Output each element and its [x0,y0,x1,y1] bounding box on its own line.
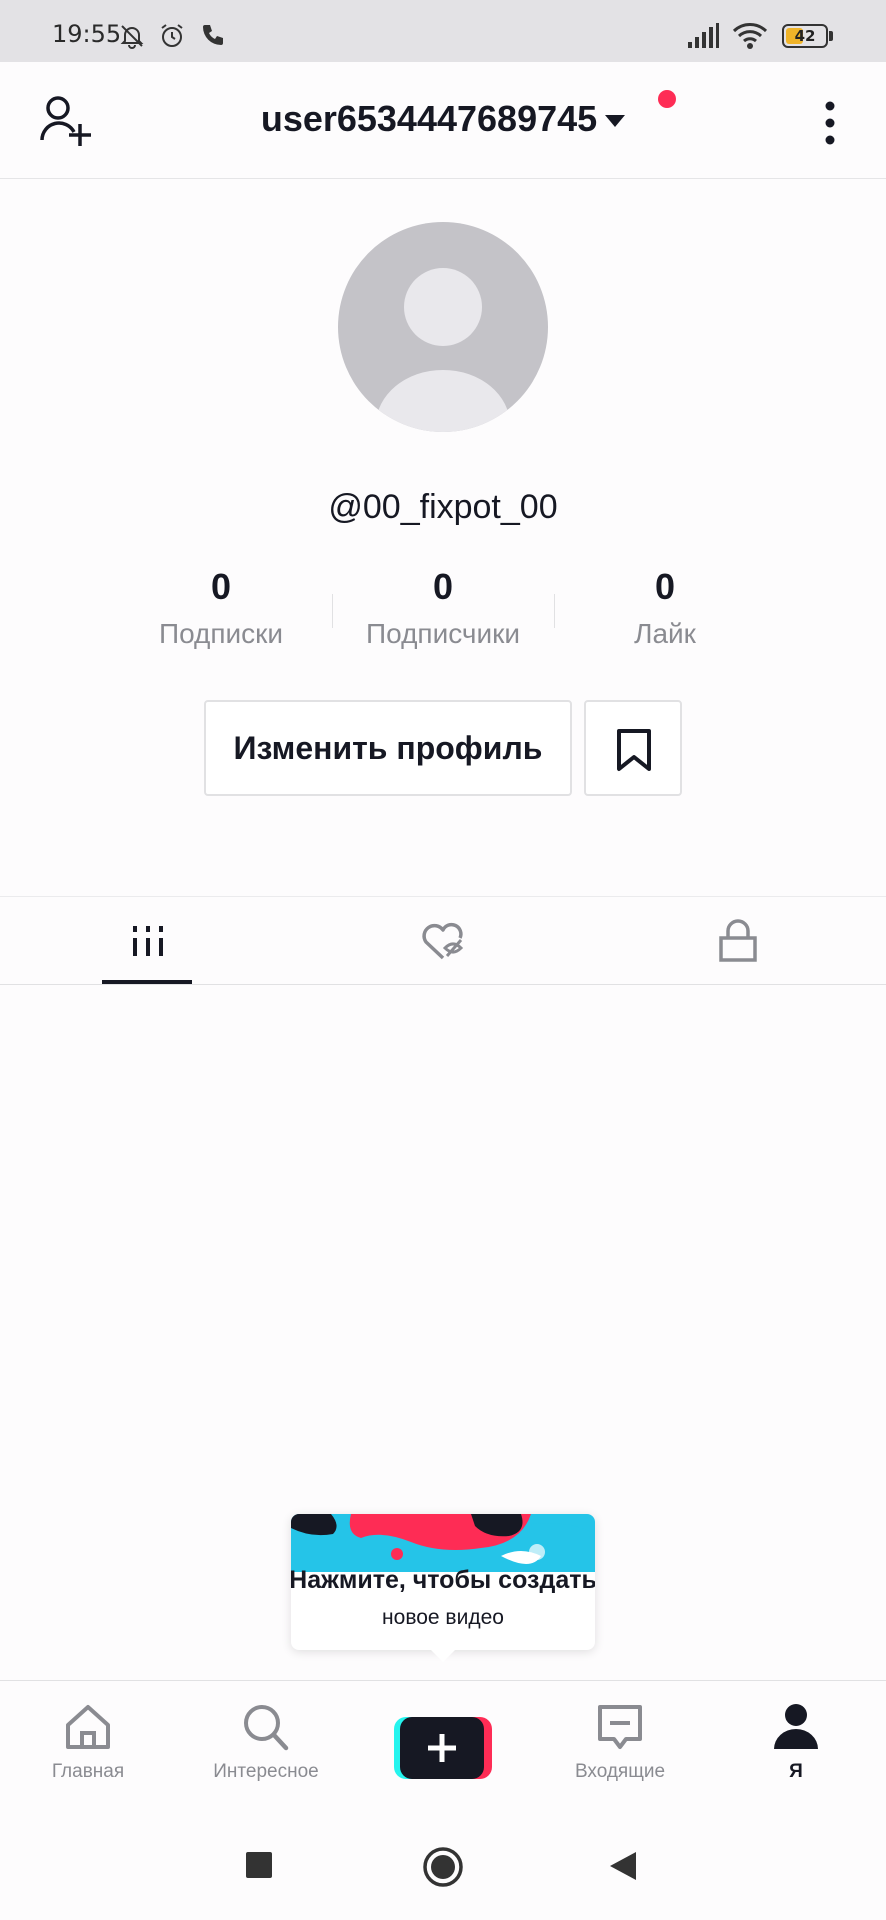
home-icon [66,1705,110,1749]
battery-indicator: 42 [782,24,828,48]
notification-dot [658,90,676,108]
divider [0,896,886,897]
search-icon [244,1705,289,1751]
tab-liked[interactable] [353,898,533,984]
stat-label: Подписчики [365,618,521,649]
nav-profile[interactable]: Я [716,1701,876,1783]
recent-apps-icon[interactable] [246,1852,272,1878]
stat-label: Подписки [158,618,284,649]
grid-videos-icon [133,926,163,956]
battery-level: 42 [794,27,816,45]
bottom-navigation: Главная Интересное Входящие Я [0,1680,886,1813]
favorites-button[interactable] [584,700,682,796]
stat-value: 0 [210,566,232,607]
three-dots-vertical-icon[interactable] [818,98,842,148]
nav-inbox[interactable]: Входящие [540,1701,700,1783]
create-button[interactable] [394,1717,492,1779]
lock-icon [719,919,757,962]
nav-label: Главная [51,1761,125,1782]
nav-label: Я [789,1761,803,1782]
stat-value: 0 [432,566,454,607]
signal-icon [688,23,719,48]
inbox-icon [598,1705,642,1749]
liked-hidden-icon [422,922,464,960]
plus-icon [428,1734,456,1762]
account-switcher[interactable]: user6534447689745 [0,98,886,140]
nav-label: Входящие [574,1761,666,1782]
profile-icon [774,1704,818,1749]
tooltip-title: Нажмите, чтобы создать [291,1566,595,1594]
create-video-tooltip[interactable]: Нажмите, чтобы создать новое видео [291,1514,595,1650]
tab-videos[interactable] [57,898,237,984]
tooltip-illustration [291,1514,595,1572]
stat-likes[interactable]: 0 Лайк [554,566,776,650]
stat-following[interactable]: 0 Подписки [110,566,332,650]
tooltip-pointer [431,1650,455,1662]
edit-profile-button[interactable]: Изменить профиль [204,700,572,796]
chevron-down-icon [605,115,626,128]
home-button-icon[interactable] [422,1846,464,1888]
phone-icon [203,25,223,45]
divider [0,984,886,985]
profile-handle: @00_fixpot_00 [328,488,558,526]
mute-bell-icon [120,25,144,49]
tab-private[interactable] [648,898,828,984]
alarm-icon [161,24,183,47]
stat-label: Лайк [634,618,696,649]
nav-label: Интересное [213,1761,319,1782]
username-label: user6534447689745 [260,98,598,139]
avatar[interactable] [338,222,548,432]
nav-discover[interactable]: Интересное [186,1701,346,1783]
status-bar: 19:55 42 [0,0,886,62]
tooltip-subtitle: новое видео [382,1606,504,1629]
system-navigation-bar [0,1812,886,1920]
back-icon[interactable] [608,1850,638,1882]
wifi-icon [732,23,768,49]
stat-value: 0 [654,566,676,607]
profile-header: user6534447689745 [0,62,886,179]
stat-followers[interactable]: 0 Подписчики [332,566,554,650]
nav-home[interactable]: Главная [8,1701,168,1783]
status-time: 19:55 [52,20,122,48]
bookmark-icon [617,729,651,771]
